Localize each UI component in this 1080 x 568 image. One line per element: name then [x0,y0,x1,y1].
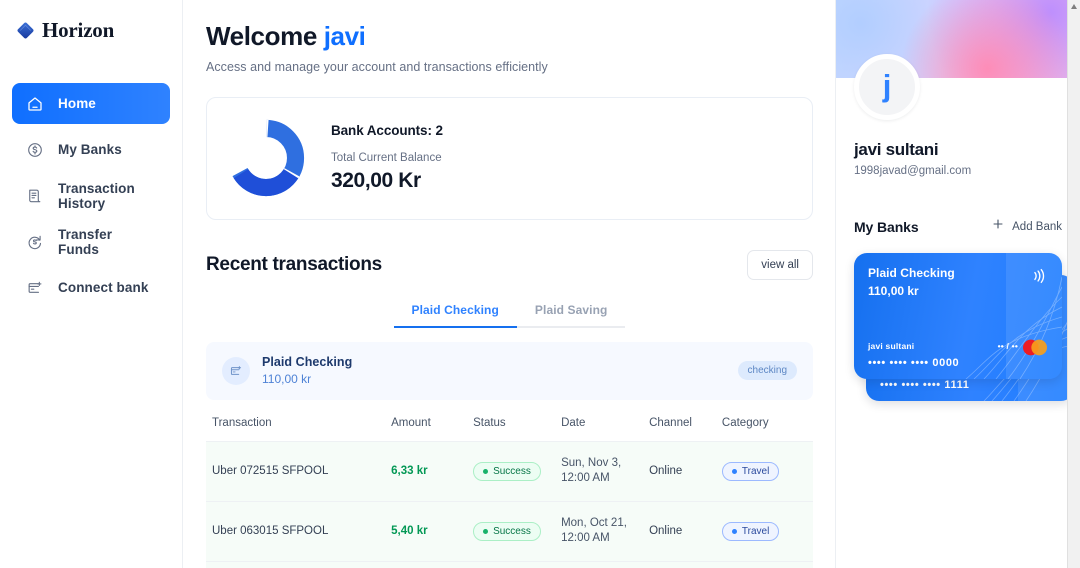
status-badge: Success [473,521,541,541]
avatar[interactable]: j [854,54,920,120]
category-badge: Travel [721,521,780,541]
table-body: Uber 072515 SFPOOL 6,33 kr Success Sun, … [206,441,813,568]
status-dot-icon [483,468,489,474]
sidebar-item-home[interactable]: Home [12,83,170,124]
status-label: Success [493,525,531,537]
account-name: Plaid Checking [262,355,353,370]
right-sidebar: j javi sultani 1998javad@gmail.com My Ba… [835,0,1080,568]
status-label: Success [493,465,531,477]
card-balance: 110,00 kr [868,284,919,298]
bank-cards-stack: •••• •••• •••• 1111 Plaid Checking 110,0… [836,253,1080,413]
account-tabs: Plaid Checking Plaid Saving [206,299,813,328]
bank-accounts-count: Bank Accounts: 2 [331,123,443,139]
add-bank-label: Add Bank [1012,220,1062,233]
category-badge: Travel [721,461,780,481]
selected-account-strip: Plaid Checking 110,00 kr checking [206,341,813,400]
donut-chart-icon [227,119,305,197]
table-row[interactable]: Uber 063015 SFPOOL 5,40 kr Success Mon, … [206,501,813,562]
recent-transactions-title: Recent transactions [206,253,382,275]
column-header-amount: Amount [391,416,474,442]
cell-channel: Online [649,465,683,478]
account-balance: 110,00 kr [262,372,312,387]
sidebar-item-my-banks[interactable]: My Banks [12,129,170,170]
recent-transactions-header: Recent transactions view all [206,249,813,280]
welcome-greeting: Welcome [206,21,317,51]
sidebar-item-label: Home [58,96,96,111]
sidebar-item-label: Connect bank [58,280,149,295]
cell-amount: 5,40 kr [391,525,428,538]
scroll-up-arrow-icon[interactable] [1071,4,1077,9]
page-title: Welcome javi [206,21,813,52]
card-plus-icon [222,356,250,385]
category-label: Travel [741,525,770,537]
brand-name: Horizon [42,18,115,42]
card-plus-icon [26,279,44,297]
column-header-channel: Channel [649,416,722,442]
card-number: •••• •••• •••• 1111 [880,379,970,391]
card-meta: javi sultani •• / •• [868,341,1018,351]
add-bank-button[interactable]: Add Bank [991,217,1062,236]
page-scrollbar[interactable] [1067,0,1080,568]
profile-email: 1998javad@gmail.com [854,165,972,177]
sidebar-nav: Home My Banks Transaction History Transf… [12,83,170,308]
my-banks-title: My Banks [854,218,919,235]
total-balance-label: Total Current Balance [331,152,442,165]
cell-date: Sun, Nov 3, 12:00 AM [561,456,622,485]
table-row[interactable]: Mon, Oct [206,561,813,568]
sidebar-item-transaction-history[interactable]: Transaction History [12,175,170,216]
column-header-transaction: Transaction [206,416,392,442]
cell-transaction: Uber 063015 SFPOOL [212,525,329,538]
category-dot-icon [731,468,737,474]
transactions-table: Transaction Amount Status Date Channel C… [206,416,813,568]
cell-amount: 6,33 kr [391,465,428,478]
card-holder-name: javi sultani [868,341,915,351]
card-title: Plaid Checking [868,266,955,280]
cell-date: Mon, Oct 21, 12:00 AM [561,516,627,545]
brand-logo[interactable]: Horizon [12,14,170,43]
table-header: Transaction Amount Status Date Channel C… [206,416,813,442]
sidebar-item-connect-bank[interactable]: Connect bank [12,267,170,308]
status-dot-icon [483,528,489,534]
bank-card[interactable]: Plaid Checking 110,00 kr javi sultani ••… [854,253,1062,379]
plus-icon [991,217,1005,236]
total-balance-card: Bank Accounts: 2 Total Current Balance 3… [206,96,813,220]
sidebar-item-label: Transaction History [58,180,135,211]
sidebar: Horizon Home My Banks Transaction Histor… [0,0,183,568]
status-badge: Success [473,461,541,481]
transfer-arrow-icon [26,233,44,251]
category-label: Travel [741,465,770,477]
view-all-button[interactable]: view all [747,249,813,280]
home-icon [26,95,44,113]
page-subtitle: Access and manage your account and trans… [206,59,548,74]
card-number: •••• •••• •••• 0000 [868,357,960,369]
column-header-status: Status [473,416,562,442]
column-header-category: Category [721,416,813,442]
receipt-icon [26,187,44,205]
mastercard-icon [1023,339,1047,356]
column-header-date: Date [561,416,650,442]
sidebar-item-transfer-funds[interactable]: Transfer Funds [12,221,170,262]
contactless-icon [1029,266,1049,291]
cell-channel: Online [649,525,683,538]
dollar-circle-icon [26,141,44,159]
tab-plaid-saving[interactable]: Plaid Saving [516,299,626,328]
category-dot-icon [731,528,737,534]
tab-plaid-checking[interactable]: Plaid Checking [393,299,517,328]
total-balance-amount: 320,00 Kr [331,169,421,193]
avatar-initial: j [882,68,892,103]
main-content: Welcome javi Access and manage your acco… [183,0,835,568]
app-root: Horizon Home My Banks Transaction Histor… [0,0,1080,568]
sidebar-item-label: My Banks [58,142,122,157]
account-type-badge: checking [737,361,797,381]
cell-transaction: Uber 072515 SFPOOL [212,465,329,478]
card-expiry: •• / •• [997,341,1018,351]
card-heading: Plaid Checking 110,00 kr [868,266,955,298]
welcome-username: javi [323,21,366,51]
sidebar-item-label: Transfer Funds [58,226,113,257]
profile-name: javi sultani [854,140,939,159]
diamond-logo-icon [16,21,35,40]
table-row[interactable]: Uber 072515 SFPOOL 6,33 kr Success Sun, … [206,441,813,502]
my-banks-header: My Banks Add Bank [836,217,1080,236]
